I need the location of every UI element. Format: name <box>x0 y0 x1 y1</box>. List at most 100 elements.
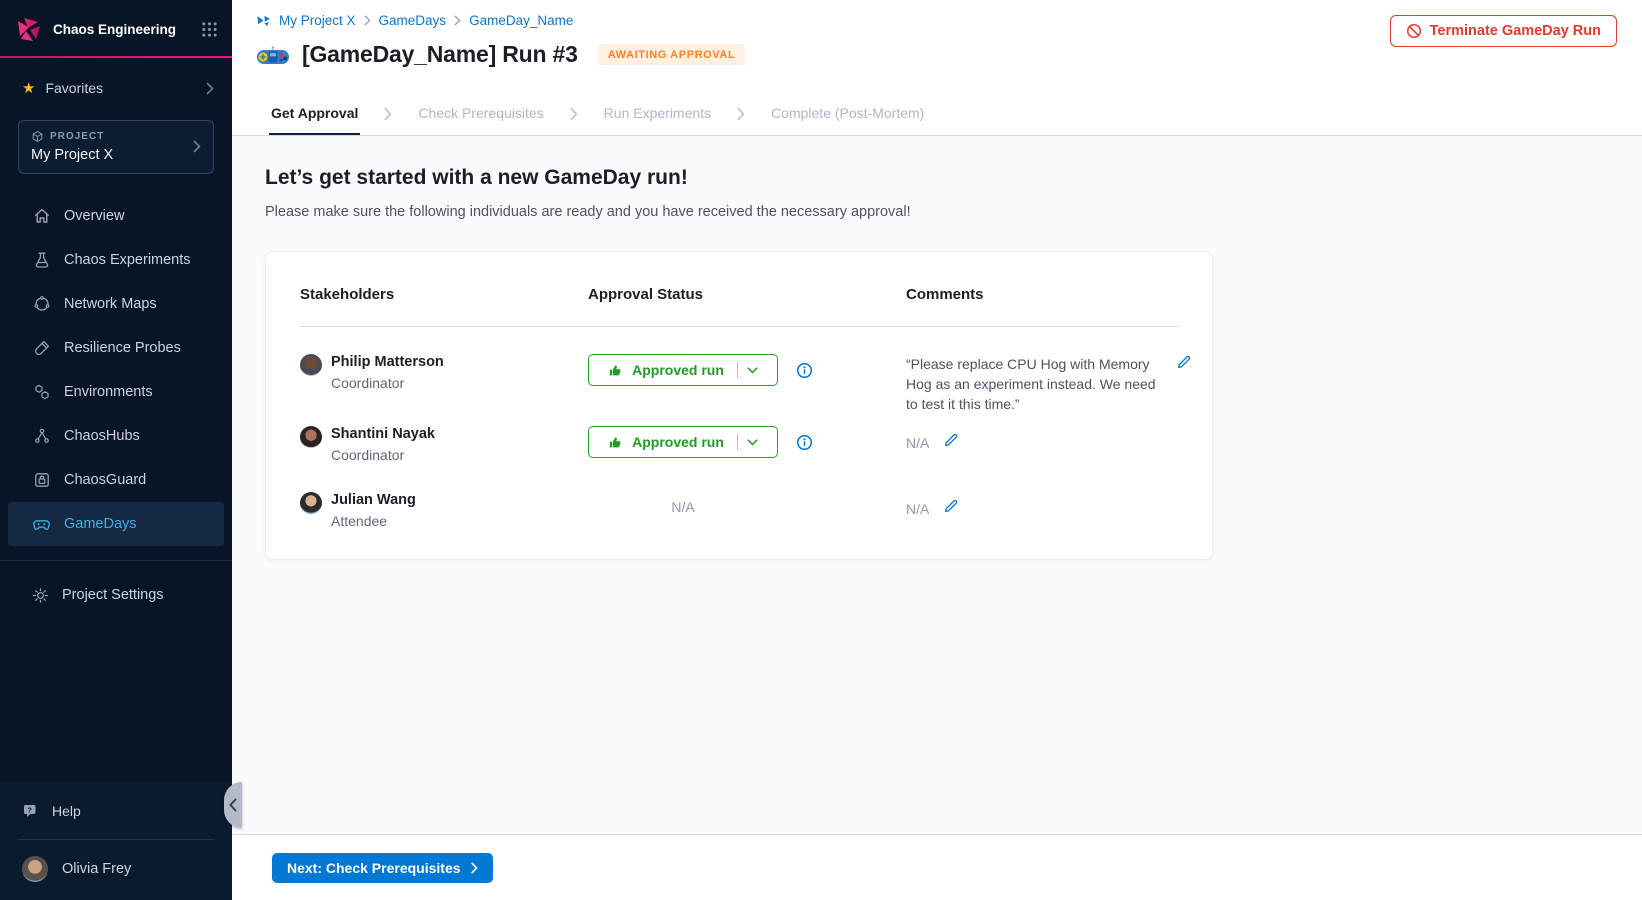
steps-bar: Get Approval Check Prerequisites Run Exp… <box>232 92 1642 136</box>
approval-status-dropdown[interactable]: Approved run <box>588 354 778 386</box>
breadcrumb-item-gameday-name[interactable]: GameDay_Name <box>469 13 573 28</box>
project-label: PROJECT <box>50 131 104 142</box>
pencil-icon <box>1176 354 1192 370</box>
sidebar-item-chaos-experiments[interactable]: Chaos Experiments <box>8 238 224 282</box>
sidebar-bottom: ? Help Olivia Frey <box>0 781 232 900</box>
edit-comment-button[interactable] <box>941 496 961 519</box>
sidebar-item-environments[interactable]: Environments <box>8 370 224 414</box>
gear-icon <box>32 587 49 604</box>
next-check-prerequisites-button[interactable]: Next: Check Prerequisites <box>272 853 493 883</box>
sidebar-item-overview[interactable]: Overview <box>8 194 224 238</box>
pencil-icon <box>943 498 959 514</box>
table-header: Stakeholders Approval Status Comments <box>300 252 1178 327</box>
approval-status-dropdown[interactable]: Approved run <box>588 426 778 458</box>
divider <box>18 839 214 840</box>
stakeholder-cell: Philip Matterson Coordinator <box>300 354 588 391</box>
approval-status-label: Approved run <box>632 362 724 378</box>
column-stakeholders: Stakeholders <box>300 286 588 303</box>
sidebar-item-chaosguard[interactable]: ChaosGuard <box>8 458 224 502</box>
svg-text:?: ? <box>27 805 32 814</box>
info-icon[interactable] <box>796 362 813 379</box>
thumbs-up-icon <box>608 363 623 378</box>
comment-cell: “Please replace CPU Hog with Memory Hog … <box>906 354 1194 414</box>
edit-comment-button[interactable] <box>1174 352 1194 375</box>
app-grid-icon[interactable] <box>201 21 218 38</box>
step-complete-post-mortem[interactable]: Complete (Post-Mortem) <box>769 92 926 135</box>
avatar <box>300 354 322 376</box>
info-icon[interactable] <box>796 434 813 451</box>
chevron-right-icon <box>570 107 578 121</box>
breadcrumb-item-gamedays[interactable]: GameDays <box>379 13 447 28</box>
table-row: Philip Matterson Coordinator Approved ru… <box>300 327 1178 414</box>
shield-lock-icon <box>33 471 51 489</box>
sidebar-item-label: Overview <box>64 208 124 224</box>
column-comments: Comments <box>906 286 1178 303</box>
avatar <box>22 856 48 882</box>
product-title: Chaos Engineering <box>53 22 192 37</box>
column-approval-status: Approval Status <box>588 286 906 303</box>
sidebar-item-chaoshubs[interactable]: ChaosHubs <box>8 414 224 458</box>
user-menu[interactable]: Olivia Frey <box>0 844 232 900</box>
project-selector[interactable]: PROJECT My Project X <box>18 120 214 174</box>
comment-cell: N/A <box>906 426 1178 453</box>
no-entry-icon <box>1406 23 1422 39</box>
sidebar-item-label: Resilience Probes <box>64 340 181 356</box>
chevron-right-icon <box>193 140 201 153</box>
favorites-label: Favorites <box>45 80 196 96</box>
approval-status-cell: Approved run <box>588 354 906 386</box>
sidebar-item-project-settings[interactable]: Project Settings <box>0 573 232 617</box>
avatar <box>300 492 322 514</box>
sidebar-item-label: Environments <box>64 384 153 400</box>
breadcrumb-item-project[interactable]: My Project X <box>279 13 356 28</box>
hub-icon <box>33 427 51 445</box>
favorites-item[interactable]: ★ Favorites <box>0 58 232 106</box>
chevron-down-icon <box>747 439 758 446</box>
help-item[interactable]: ? Help <box>0 787 232 835</box>
pencil-icon <box>943 432 959 448</box>
terminate-gameday-button[interactable]: Terminate GameDay Run <box>1390 15 1617 47</box>
stakeholders-card: Stakeholders Approval Status Comments Ph… <box>265 251 1213 560</box>
gamepad-icon <box>32 515 51 534</box>
approval-status-cell: Approved run <box>588 426 906 458</box>
stakeholder-role: Coordinator <box>331 447 435 463</box>
chevron-left-icon <box>229 798 237 812</box>
gamepad-emoji-icon <box>256 43 290 67</box>
help-chat-icon: ? <box>22 802 40 820</box>
step-check-prerequisites[interactable]: Check Prerequisites <box>416 92 545 135</box>
sidebar-item-label: ChaosGuard <box>64 472 146 488</box>
project-name: My Project X <box>31 147 193 163</box>
step-get-approval[interactable]: Get Approval <box>269 92 360 135</box>
comment-cell: N/A <box>906 492 1178 519</box>
sidebar-item-label: Chaos Experiments <box>64 252 191 268</box>
approval-status-na: N/A <box>588 492 778 515</box>
flask-icon <box>33 251 51 269</box>
stakeholder-role: Coordinator <box>331 375 444 391</box>
stakeholder-cell: Julian Wang Attendee <box>300 492 588 529</box>
stakeholder-name: Julian Wang <box>331 492 416 508</box>
sidebar-item-label: GameDays <box>64 516 137 532</box>
stakeholder-cell: Shantini Nayak Coordinator <box>300 426 588 463</box>
chevron-right-icon <box>454 15 461 26</box>
chevron-right-icon <box>206 82 214 95</box>
chevron-down-icon <box>747 367 758 374</box>
chevron-right-icon <box>471 862 478 874</box>
main-area: My Project X GameDays GameDay_Name [Game… <box>232 0 1642 900</box>
comment-text: N/A <box>906 501 929 517</box>
content-subheading: Please make sure the following individua… <box>265 204 1642 220</box>
sidebar-item-network-maps[interactable]: Network Maps <box>8 282 224 326</box>
divider <box>0 560 232 561</box>
chevron-right-icon <box>384 107 392 121</box>
terminate-label: Terminate GameDay Run <box>1430 23 1601 39</box>
network-map-icon <box>33 295 51 313</box>
step-run-experiments[interactable]: Run Experiments <box>602 92 713 135</box>
cube-icon <box>31 130 44 143</box>
page-header: My Project X GameDays GameDay_Name [Game… <box>232 0 1642 92</box>
page-title: [GameDay_Name] Run #3 <box>302 41 578 68</box>
sidebar-item-resilience-probes[interactable]: Resilience Probes <box>8 326 224 370</box>
environments-icon <box>33 383 51 401</box>
sidebar-item-gamedays[interactable]: GameDays <box>8 502 224 546</box>
logo-row: Chaos Engineering <box>0 0 232 56</box>
edit-comment-button[interactable] <box>941 430 961 453</box>
sidebar-nav: Overview Chaos Experiments Network Maps … <box>0 194 232 546</box>
stakeholder-role: Attendee <box>331 513 416 529</box>
